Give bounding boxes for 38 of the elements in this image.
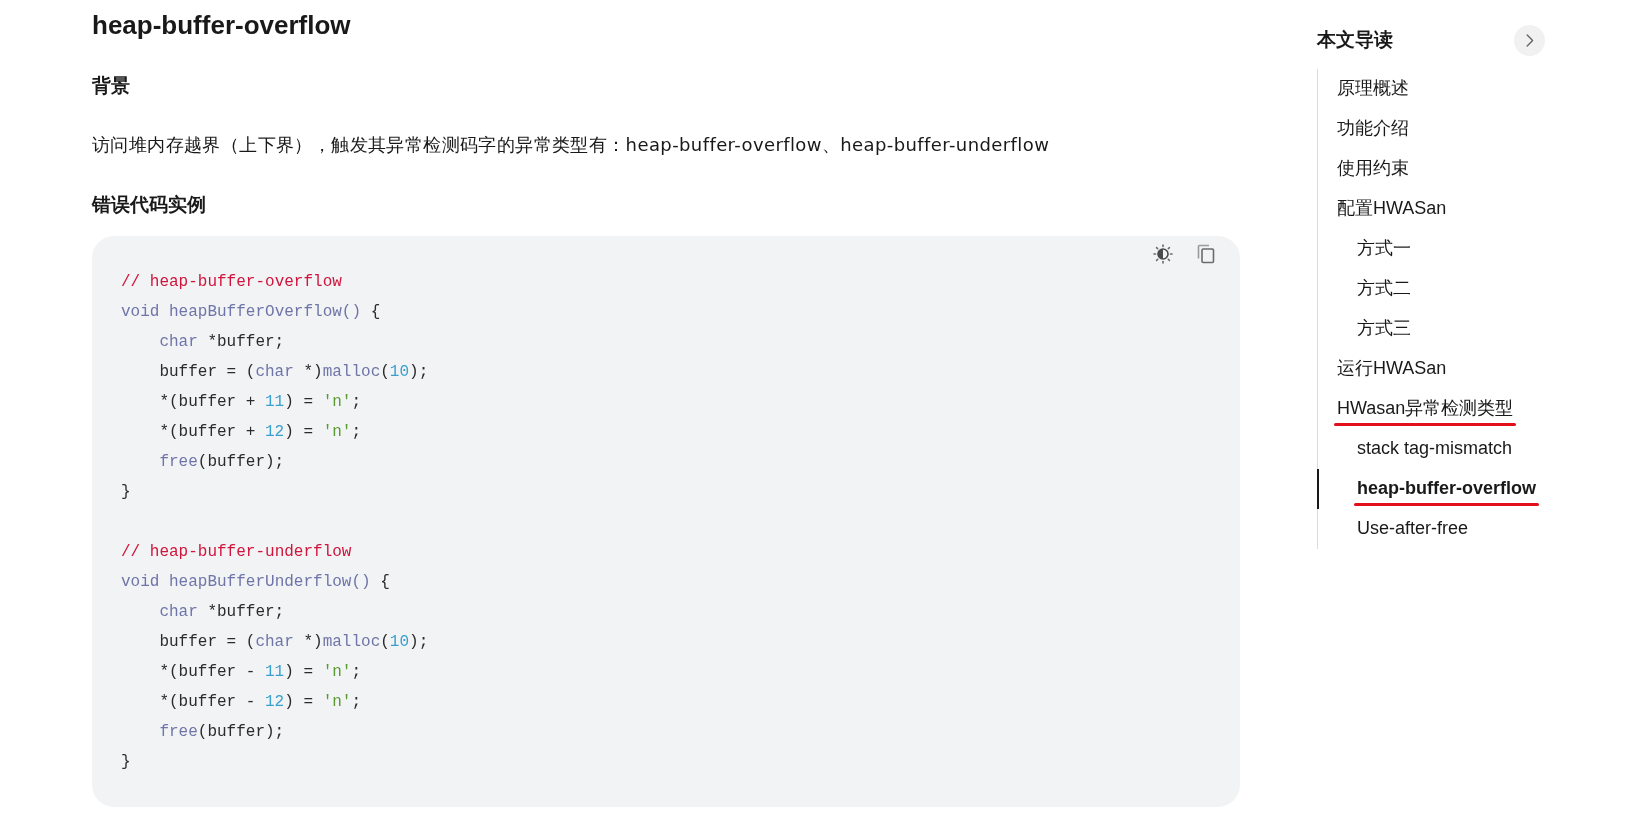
paragraph: 访问堆内存越界（上下界），触发其异常检测码字的异常类型有：heap-buffer-overflow、heap-buffer-underflow <box>92 133 1051 157</box>
chevron-icon <box>1525 33 1534 47</box>
code-line: *(buffer + 11) = 'n'; <box>159 392 362 413</box>
code-line: buffer = (char *)malloc(10); <box>159 632 429 653</box>
toc-link[interactable]: HWasan异常检测类型 <box>1337 397 1514 419</box>
toc-link[interactable]: Use-after-free <box>1357 517 1469 539</box>
code-line: void heapBufferOverflow() { <box>121 302 381 323</box>
toc-link[interactable]: 功能介绍 <box>1337 117 1409 139</box>
toc-link[interactable]: 原理概述 <box>1337 77 1409 99</box>
toc-title: 本文导读 <box>1317 28 1393 52</box>
code-line: *(buffer - 12) = 'n'; <box>159 692 362 713</box>
code-line: free(buffer); <box>159 722 285 743</box>
code-line: free(buffer); <box>159 452 285 473</box>
toc-link[interactable]: 方式二 <box>1357 277 1411 299</box>
sun-icon[interactable] <box>1153 244 1173 264</box>
code-line: // heap-buffer-underflow <box>121 542 352 563</box>
article-title: heap-buffer-overflow <box>92 9 352 41</box>
code-line: char *buffer; <box>159 602 285 623</box>
toc-link[interactable]: 配置HWASan <box>1337 197 1447 219</box>
code-line: } <box>121 482 131 503</box>
toc-link[interactable]: 方式一 <box>1357 237 1411 259</box>
copy-icon[interactable] <box>1197 244 1215 264</box>
section-heading: 背景 <box>92 74 131 98</box>
code-line: void heapBufferUnderflow() { <box>121 572 390 593</box>
code-line: char *buffer; <box>159 332 285 353</box>
section-heading: 错误代码实例 <box>92 193 207 217</box>
toc-link[interactable]: 运行HWASan <box>1337 357 1447 379</box>
toc-link[interactable]: 使用约束 <box>1337 157 1409 179</box>
toc-link[interactable]: heap-buffer-overflow <box>1357 477 1536 499</box>
collapse-button[interactable] <box>1514 24 1545 56</box>
code-line: } <box>121 752 131 773</box>
code-line: *(buffer + 12) = 'n'; <box>159 422 362 443</box>
active-indicator <box>1316 469 1319 509</box>
code-line: // heap-buffer-overflow <box>121 272 342 293</box>
toc-link[interactable]: 方式三 <box>1357 317 1411 339</box>
toc-link[interactable]: stack tag-mismatch <box>1357 437 1513 459</box>
code-line: *(buffer - 11) = 'n'; <box>159 662 362 683</box>
code-line: buffer = (char *)malloc(10); <box>159 362 429 383</box>
